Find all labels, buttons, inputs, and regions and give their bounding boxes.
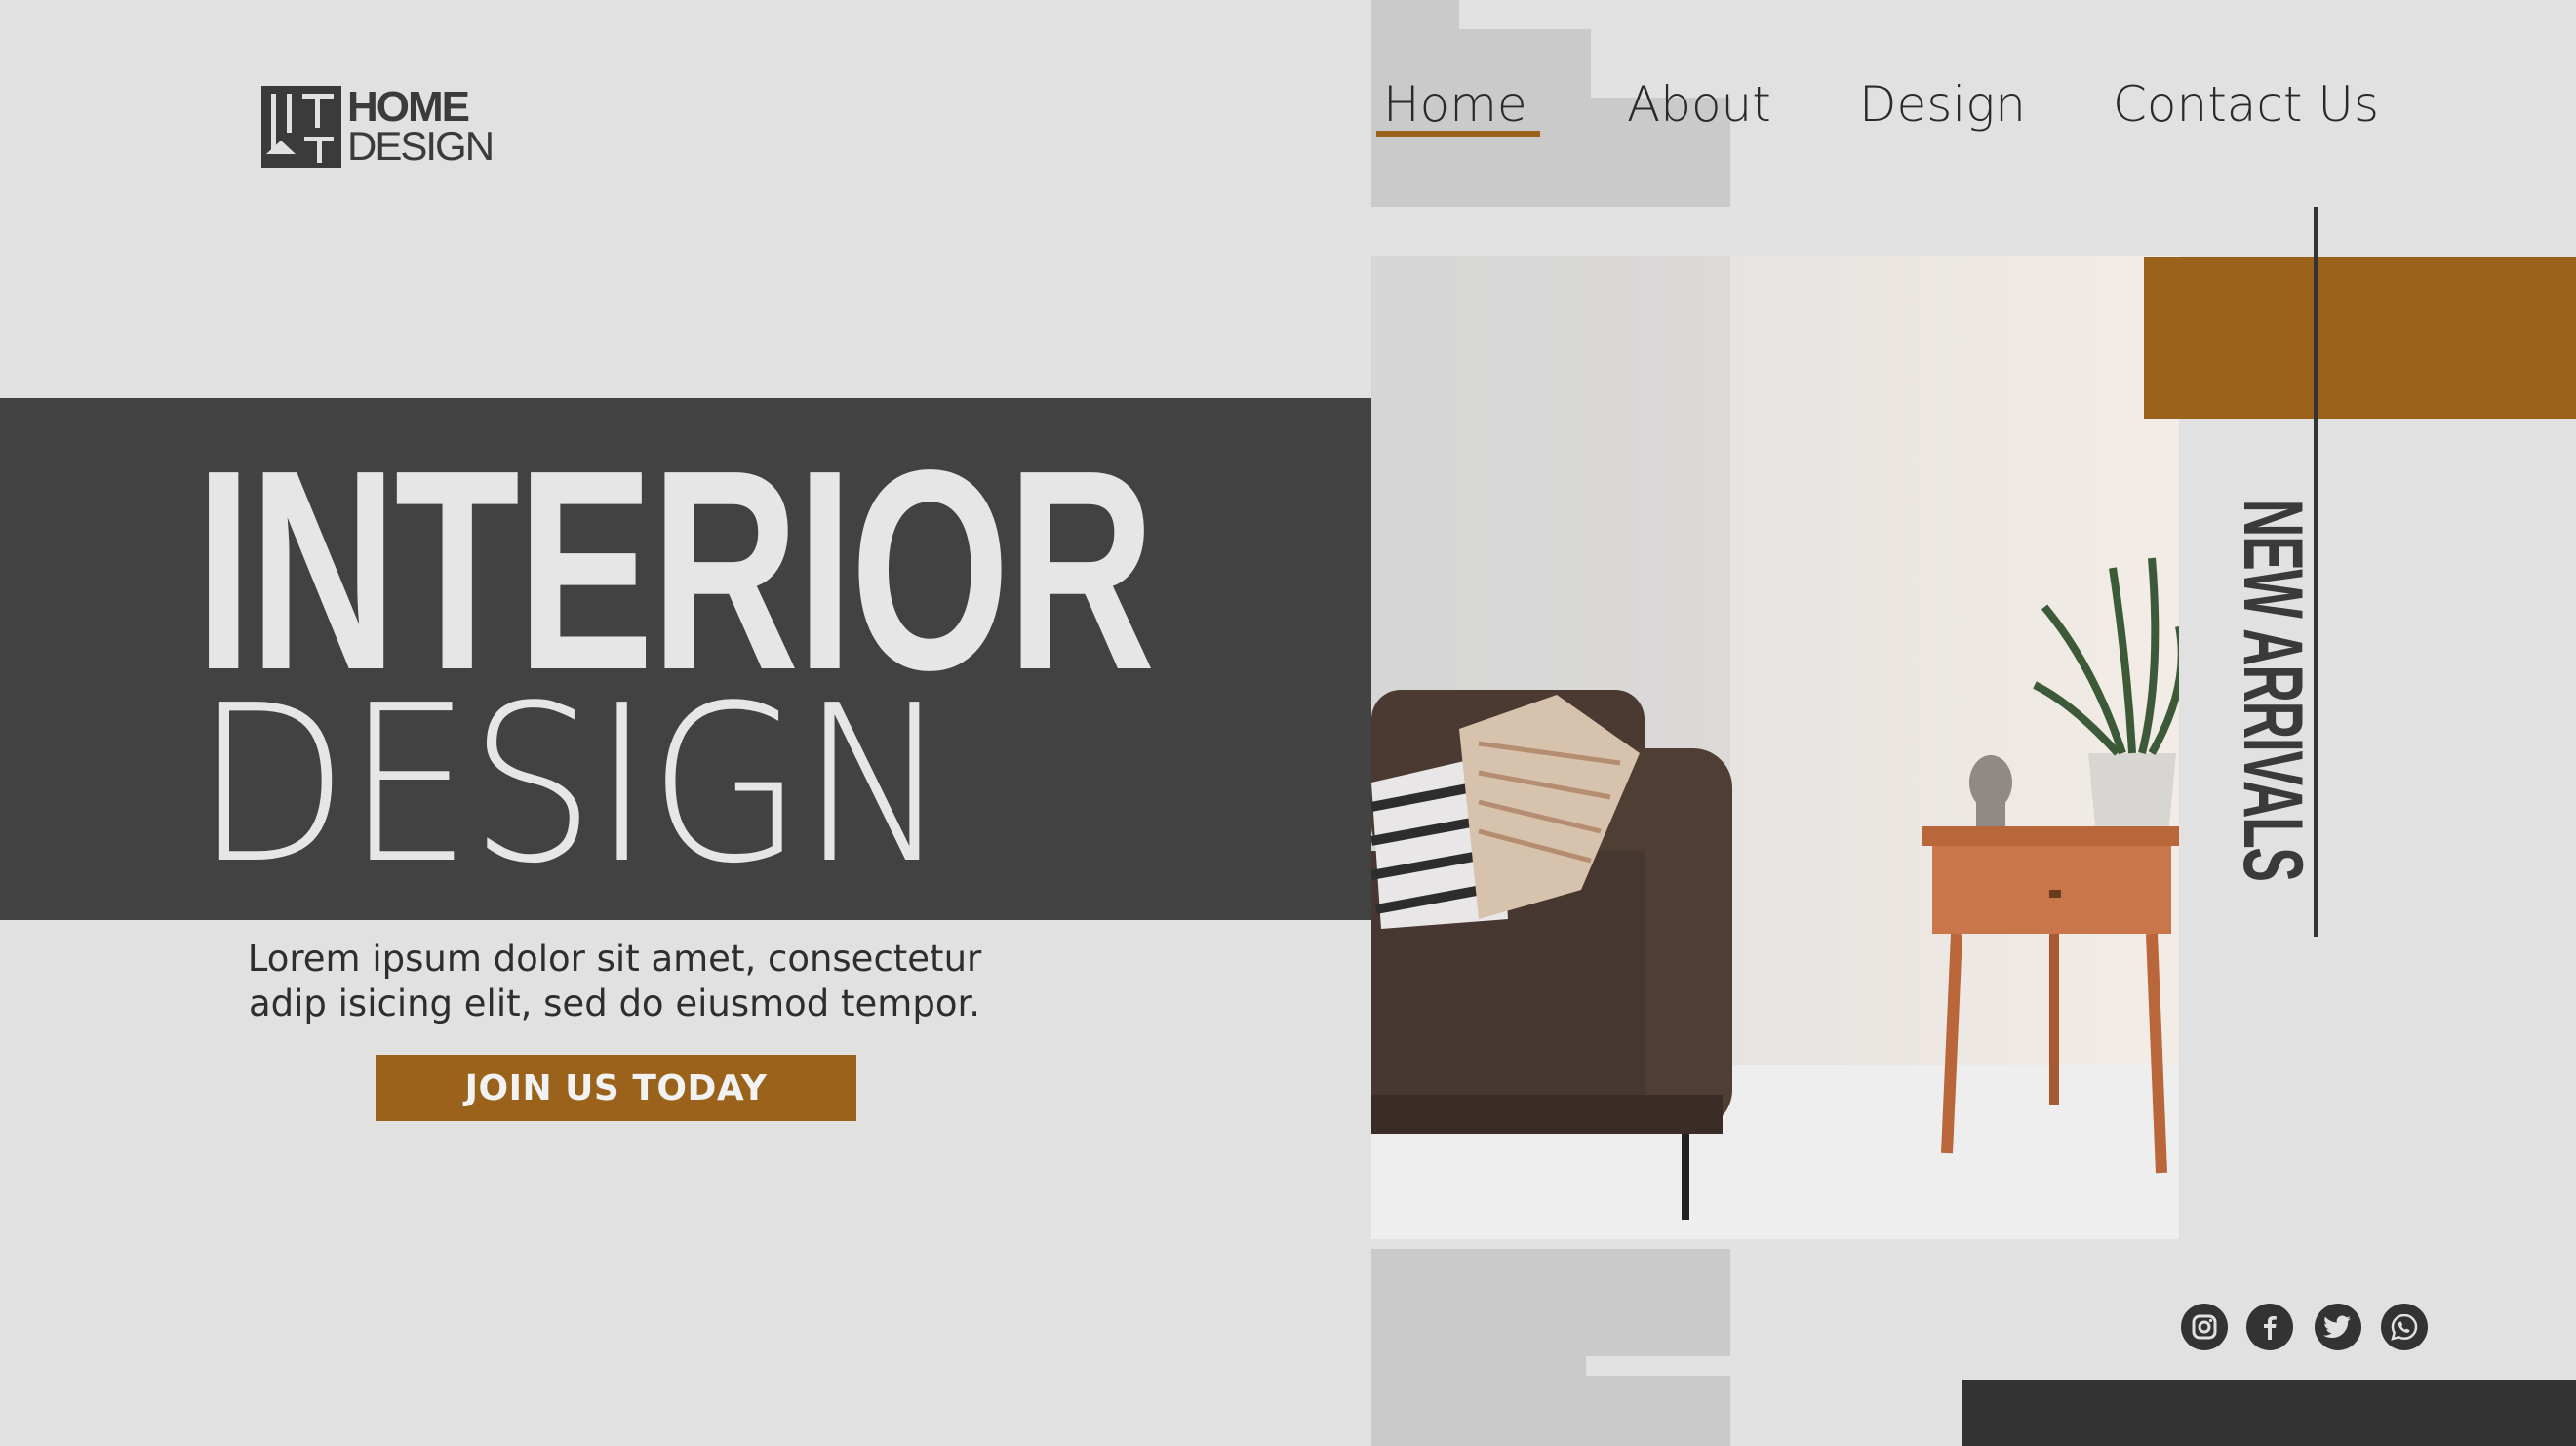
new-arrivals-text: NEW ARRIVALS [2226, 499, 2319, 881]
nav-design[interactable]: Design [1859, 76, 2026, 133]
nav-about[interactable]: About [1627, 76, 1771, 133]
accent-block [2144, 257, 2576, 419]
join-us-button[interactable]: JOIN US TODAY [376, 1055, 856, 1121]
hero-description-line1: Lorem ipsum dolor sit amet, consectetur [247, 938, 982, 980]
whatsapp-icon[interactable] [2381, 1304, 2428, 1350]
new-arrivals-label: NEW ARRIVALS [2226, 382, 2319, 929]
logo-text-home: HOME [347, 83, 470, 131]
hero-photo [1371, 256, 2179, 1239]
hero-description: Lorem ipsum dolor sit amet, consectetur … [195, 937, 1034, 1026]
nav-home[interactable]: Home [1383, 76, 1527, 133]
footer-accent-bar [1962, 1380, 2576, 1446]
nav-contact-us[interactable]: Contact Us [2113, 76, 2379, 133]
facebook-icon[interactable] [2246, 1304, 2293, 1350]
hero-description-line2: adip isicing elit, sed do eiusmod tempor… [248, 983, 981, 1024]
logo-text-design: DESIGN [347, 123, 495, 169]
hero-title-line2: DESIGN [195, 660, 949, 911]
logo[interactable]: HOME DESIGN [261, 83, 495, 169]
house-logo-icon [261, 86, 341, 168]
instagram-icon[interactable] [2181, 1304, 2228, 1350]
twitter-icon[interactable] [2315, 1304, 2361, 1350]
nav-active-underline [1376, 131, 1540, 137]
